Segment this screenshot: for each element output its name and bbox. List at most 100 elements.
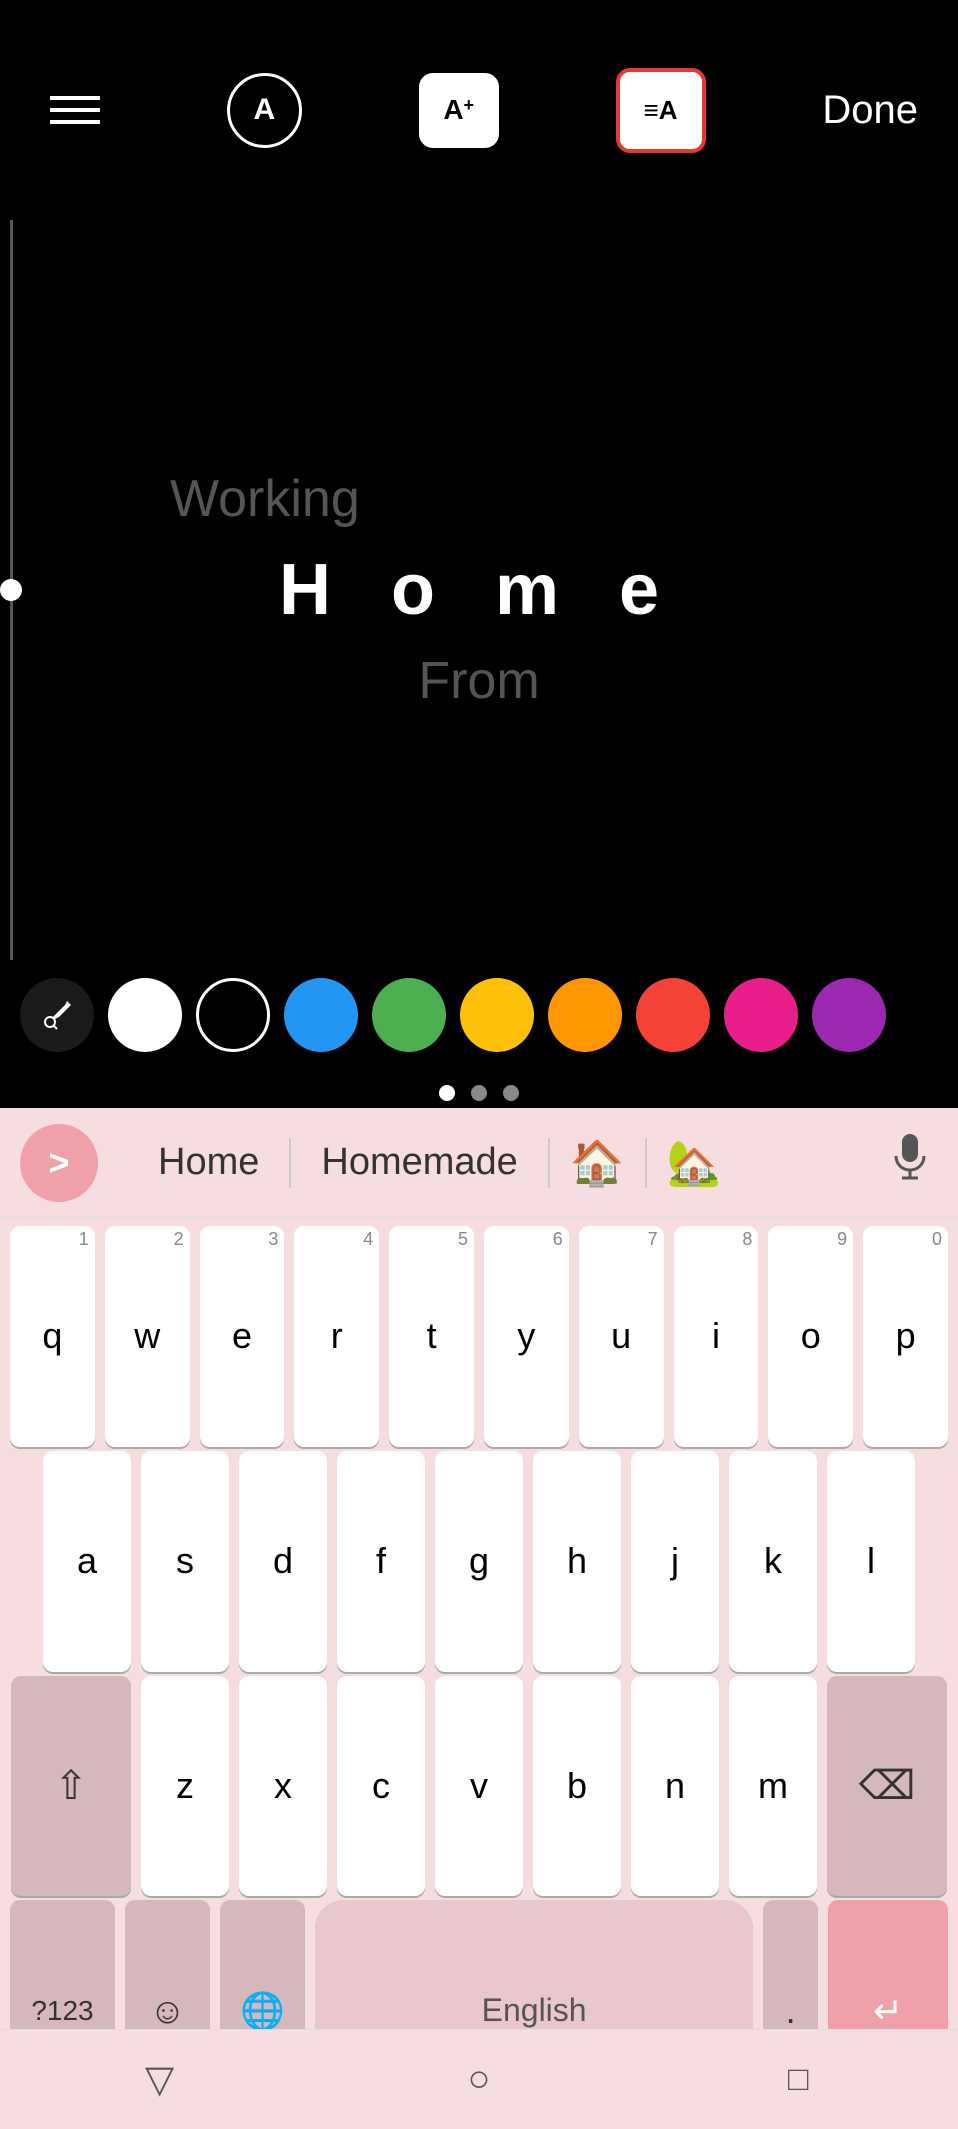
key-y-letter: y <box>517 1318 535 1354</box>
key-e-number: 3 <box>268 1230 278 1248</box>
back-icon: ▽ <box>145 2057 174 2102</box>
microphone-button[interactable] <box>892 1132 938 1193</box>
color-pink[interactable] <box>724 978 798 1052</box>
key-i[interactable]: 8 i <box>674 1226 759 1447</box>
key-y[interactable]: 6 y <box>484 1226 569 1447</box>
key-a[interactable]: a <box>43 1451 131 1672</box>
text-line-3: From <box>418 651 539 711</box>
key-c-letter: c <box>372 1768 390 1804</box>
key-s[interactable]: s <box>141 1451 229 1672</box>
key-p-letter: p <box>896 1318 916 1354</box>
suggestion-expand-button[interactable]: > <box>20 1124 98 1202</box>
key-w-letter: w <box>134 1318 160 1354</box>
home-icon: ○ <box>468 2058 491 2101</box>
shift-icon: ⇧ <box>54 1763 88 1809</box>
recents-button[interactable]: □ <box>758 2050 838 2110</box>
key-r-letter: r <box>331 1318 343 1354</box>
key-e[interactable]: 3 e <box>200 1226 285 1447</box>
key-h[interactable]: h <box>533 1451 621 1672</box>
period-label: . <box>786 1990 796 2032</box>
key-row-1: 1 q 2 w 3 e 4 r 5 t 6 y <box>10 1226 948 1447</box>
suggestion-emoji-1[interactable]: 🏠 <box>550 1137 645 1189</box>
key-u-letter: u <box>611 1318 631 1354</box>
suggestion-emoji-2[interactable]: 🏡 <box>647 1137 742 1189</box>
color-transparent[interactable] <box>196 978 270 1052</box>
key-r-number: 4 <box>363 1230 373 1248</box>
bottom-nav: ▽ ○ □ <box>0 2029 958 2129</box>
page-dot-2[interactable] <box>471 1085 487 1101</box>
format-button[interactable]: ≡A <box>616 68 706 153</box>
key-z-letter: z <box>176 1768 194 1804</box>
key-m-letter: m <box>758 1768 788 1804</box>
emoji-icon: ☺ <box>149 1990 186 2032</box>
key-m[interactable]: m <box>729 1676 817 1897</box>
format-icon: ≡A <box>644 95 678 126</box>
back-button[interactable]: ▽ <box>120 2050 200 2110</box>
key-o-number: 9 <box>837 1230 847 1248</box>
key-w-number: 2 <box>174 1230 184 1248</box>
font-size-button[interactable]: A + <box>419 73 499 148</box>
key-k[interactable]: k <box>729 1451 817 1672</box>
key-t-number: 5 <box>458 1230 468 1248</box>
color-white[interactable] <box>108 978 182 1052</box>
key-b[interactable]: b <box>533 1676 621 1897</box>
key-o[interactable]: 9 o <box>768 1226 853 1447</box>
key-v[interactable]: v <box>435 1676 523 1897</box>
key-u[interactable]: 7 u <box>579 1226 664 1447</box>
numbers-label: ?123 <box>31 1995 93 2027</box>
key-d[interactable]: d <box>239 1451 327 1672</box>
key-l[interactable]: l <box>827 1451 915 1672</box>
key-p[interactable]: 0 p <box>863 1226 948 1447</box>
page-dot-1[interactable] <box>439 1085 455 1101</box>
font-style-button[interactable]: A <box>227 73 302 148</box>
key-x-letter: x <box>274 1768 292 1804</box>
pagination-dots <box>0 1078 958 1108</box>
text-line-2[interactable]: H o m e <box>279 549 679 631</box>
menu-button[interactable] <box>40 75 110 145</box>
color-blue[interactable] <box>284 978 358 1052</box>
key-u-number: 7 <box>648 1230 658 1248</box>
expand-arrow-icon: > <box>48 1142 69 1184</box>
key-p-number: 0 <box>932 1230 942 1248</box>
key-a-letter: a <box>77 1543 97 1579</box>
color-picker-row <box>0 960 958 1070</box>
key-n-letter: n <box>665 1768 685 1804</box>
key-x[interactable]: x <box>239 1676 327 1897</box>
shift-button[interactable]: ⇧ <box>11 1676 131 1897</box>
key-t[interactable]: 5 t <box>389 1226 474 1447</box>
home-button[interactable]: ○ <box>439 2050 519 2110</box>
color-purple[interactable] <box>812 978 886 1052</box>
key-j[interactable]: j <box>631 1451 719 1672</box>
key-w[interactable]: 2 w <box>105 1226 190 1447</box>
key-f[interactable]: f <box>337 1451 425 1672</box>
key-r[interactable]: 4 r <box>294 1226 379 1447</box>
color-orange[interactable] <box>548 978 622 1052</box>
key-g[interactable]: g <box>435 1451 523 1672</box>
page-dot-3[interactable] <box>503 1085 519 1101</box>
key-q-letter: q <box>42 1318 62 1354</box>
key-q-number: 1 <box>79 1230 89 1248</box>
key-c[interactable]: c <box>337 1676 425 1897</box>
done-button[interactable]: Done <box>822 88 918 133</box>
keyboard-area: > Home Homemade 🏠 🏡 1 q 2 <box>0 1108 958 2129</box>
key-n[interactable]: n <box>631 1676 719 1897</box>
text-line-1: Working <box>170 469 360 529</box>
eyedropper-button[interactable] <box>20 978 94 1052</box>
suggestion-word-1[interactable]: Home <box>128 1141 289 1184</box>
color-green[interactable] <box>372 978 446 1052</box>
backspace-button[interactable]: ⌫ <box>827 1676 947 1897</box>
key-l-letter: l <box>867 1543 875 1579</box>
slider-handle[interactable] <box>0 579 22 601</box>
color-yellow[interactable] <box>460 978 534 1052</box>
color-red[interactable] <box>636 978 710 1052</box>
key-row-2: a s d f g h j k l <box>10 1451 948 1672</box>
key-f-letter: f <box>376 1543 386 1579</box>
key-j-letter: j <box>671 1543 679 1579</box>
key-q[interactable]: 1 q <box>10 1226 95 1447</box>
key-z[interactable]: z <box>141 1676 229 1897</box>
key-i-letter: i <box>712 1318 720 1354</box>
key-d-letter: d <box>273 1543 293 1579</box>
suggestion-word-2[interactable]: Homemade <box>291 1141 547 1184</box>
key-g-letter: g <box>469 1543 489 1579</box>
font-a-icon: A <box>254 93 276 127</box>
